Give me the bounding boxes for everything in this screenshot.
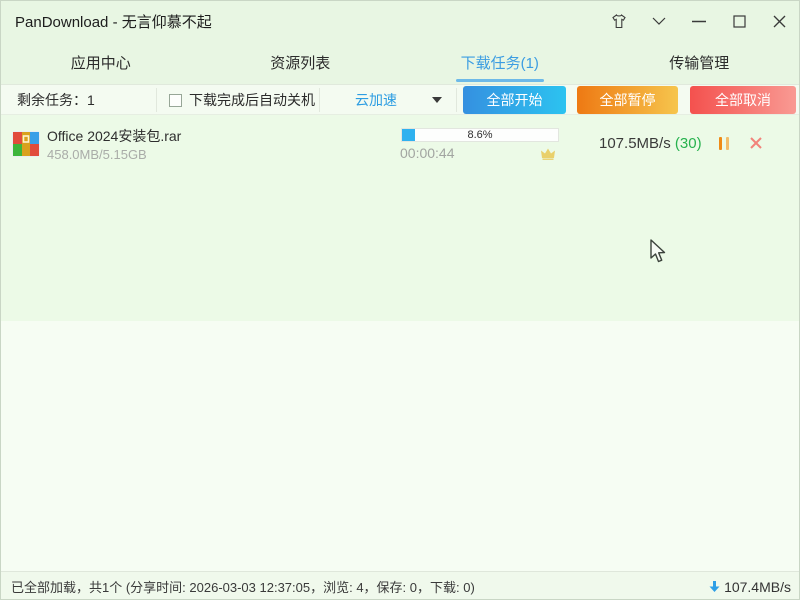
toolbar-separator xyxy=(156,88,157,112)
minimize-icon[interactable] xyxy=(679,1,719,41)
shutdown-checkbox[interactable] xyxy=(169,93,182,107)
total-speed-value: 107.4MB/s xyxy=(724,578,791,595)
app-window: PanDownload - 无言仰慕不起 应用中心 资源列表 下载任务(1) 传… xyxy=(0,0,800,600)
tab-label: 应用中心 xyxy=(70,55,131,72)
thread-count: (30) xyxy=(674,135,702,152)
toolbar: 剩余任务：1 下载完成后自动关机 云加速 全部开始 全部暂停 全部取消 xyxy=(1,85,799,115)
task-size: 458.0MB/5.15GB xyxy=(47,147,147,162)
start-all-button[interactable]: 全部开始 xyxy=(463,86,566,114)
task-speed: 107.5MB/s (30) xyxy=(599,135,702,152)
remaining-tasks-label: 剩余任务：1 xyxy=(17,92,95,108)
cloud-accelerate-dropdown[interactable]: 云加速 xyxy=(331,85,456,115)
skin-shirt-icon[interactable] xyxy=(599,1,639,41)
progress-bar: 8.6% xyxy=(401,128,559,142)
window-controls xyxy=(599,1,799,41)
progress-percent: 8.6% xyxy=(467,129,493,141)
tab-resource-list[interactable]: 资源列表 xyxy=(201,41,401,84)
status-summary: 已全部加载，共1个 (分享时间: 2026-03-03 12:37:05，浏览:… xyxy=(11,580,475,595)
maximize-icon[interactable] xyxy=(719,1,759,41)
tab-transfer-manage[interactable]: 传输管理 xyxy=(600,41,800,84)
shutdown-option[interactable]: 下载完成后自动关机 xyxy=(169,85,315,115)
tab-app-center[interactable]: 应用中心 xyxy=(1,41,201,84)
task-cancel-button[interactable] xyxy=(749,136,763,150)
download-task-row[interactable]: Office 2024安装包.rar 458.0MB/5.15GB 8.6% 0… xyxy=(1,115,799,176)
status-bar: 已全部加载，共1个 (分享时间: 2026-03-03 12:37:05，浏览:… xyxy=(1,571,799,599)
empty-list-area xyxy=(1,321,799,571)
pause-all-button[interactable]: 全部暂停 xyxy=(577,86,678,114)
chevron-down-icon[interactable] xyxy=(639,1,679,41)
task-pause-button[interactable] xyxy=(719,137,730,150)
tab-label: 传输管理 xyxy=(669,55,730,72)
close-icon[interactable] xyxy=(759,1,799,41)
download-arrow-icon xyxy=(709,581,720,592)
tab-bar: 应用中心 资源列表 下载任务(1) 传输管理 xyxy=(1,41,799,85)
active-tab-underline xyxy=(455,79,544,82)
vip-crown-icon xyxy=(541,148,555,160)
tab-label: 下载任务(1) xyxy=(460,55,539,72)
cancel-all-button[interactable]: 全部取消 xyxy=(690,86,796,114)
shutdown-checkbox-label: 下载完成后自动关机 xyxy=(189,92,315,108)
tab-download-tasks[interactable]: 下载任务(1) xyxy=(400,41,600,84)
global-speed: 107.4MB/s xyxy=(709,579,791,595)
mouse-cursor xyxy=(650,239,666,263)
task-filename: Office 2024安装包.rar xyxy=(47,128,182,144)
window-title: PanDownload - 无言仰慕不起 xyxy=(15,13,212,31)
tab-label: 资源列表 xyxy=(270,55,331,72)
toolbar-separator xyxy=(319,88,320,112)
titlebar: PanDownload - 无言仰慕不起 xyxy=(1,1,799,41)
caret-down-icon xyxy=(432,97,442,103)
speed-value: 107.5MB/s xyxy=(599,135,671,152)
toolbar-separator xyxy=(456,88,457,112)
task-elapsed-time: 00:00:44 xyxy=(400,145,455,161)
winrar-archive-icon xyxy=(12,131,40,157)
cloud-accelerate-label: 云加速 xyxy=(355,92,397,108)
